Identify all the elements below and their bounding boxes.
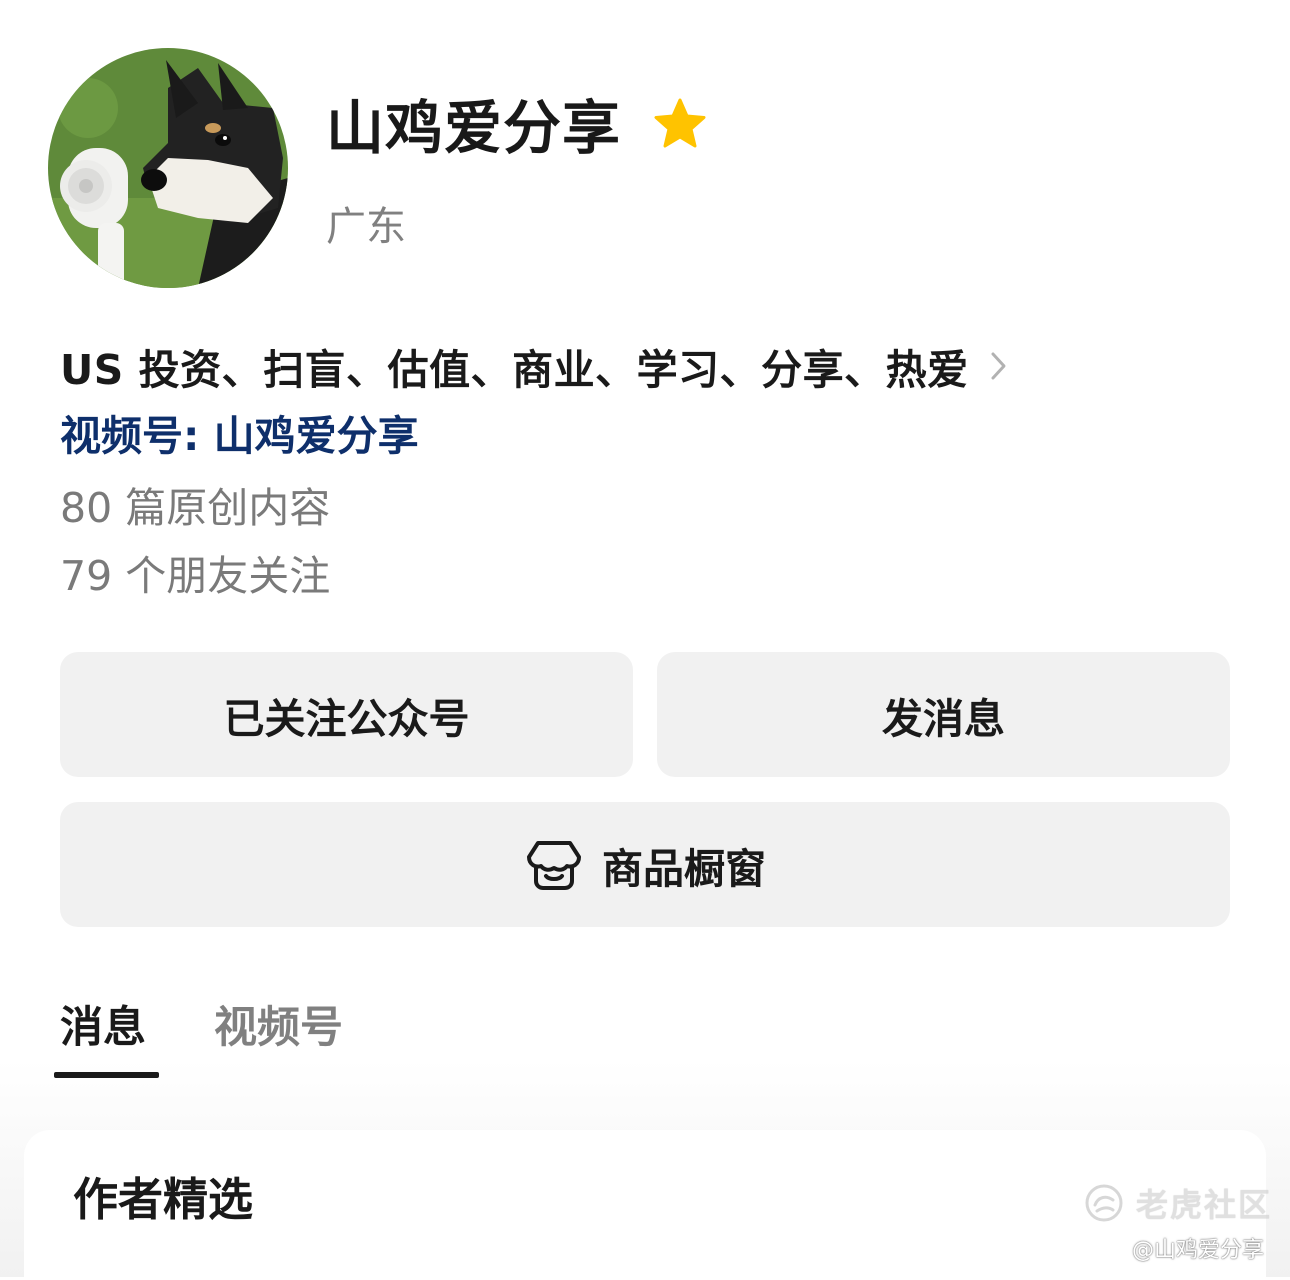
account-location: 广东 [326, 204, 406, 250]
bio-text: US 投资、扫盲、估值、商业、学习、分享、热爱 [60, 346, 969, 394]
chevron-right-icon [991, 352, 1006, 380]
followed-button[interactable]: 已关注公众号 [60, 652, 633, 777]
content-tabs: 消息 视频号 [0, 995, 1290, 1085]
watermark: 老虎社区 [1084, 1180, 1272, 1226]
followed-button-label: 已关注公众号 [223, 694, 470, 743]
storefront-icon [527, 840, 581, 890]
send-message-button-label: 发消息 [882, 694, 1005, 743]
star-icon[interactable] [652, 96, 708, 152]
watermark-handle: @山鸡爱分享 [1131, 1238, 1264, 1263]
shop-window-button-label: 商品橱窗 [602, 844, 766, 893]
watermark-brand: 老虎社区 [1136, 1186, 1273, 1224]
author-picks-title: 作者精选 [73, 1173, 254, 1226]
tab-video-channel[interactable]: 视频号 [214, 995, 343, 1061]
send-message-button[interactable]: 发消息 [657, 652, 1230, 777]
articles-count: 80 篇原创内容 [60, 484, 331, 532]
author-picks-card: 作者精选 [24, 1130, 1266, 1280]
active-tab-indicator [54, 1072, 159, 1078]
account-name: 山鸡爱分享 [326, 94, 622, 162]
bio-row[interactable]: US 投资、扫盲、估值、商业、学习、分享、热爱 [60, 338, 1009, 394]
tiger-logo-icon [1085, 1184, 1123, 1222]
shop-window-button[interactable]: 商品橱窗 [60, 802, 1230, 927]
shiba-dog-avatar-icon [48, 48, 288, 288]
channel-link[interactable]: 视频号: 山鸡爱分享 [60, 408, 419, 464]
tab-messages[interactable]: 消息 [60, 995, 146, 1061]
avatar[interactable] [48, 48, 288, 288]
friends-following: 79 个朋友关注 [60, 552, 331, 600]
